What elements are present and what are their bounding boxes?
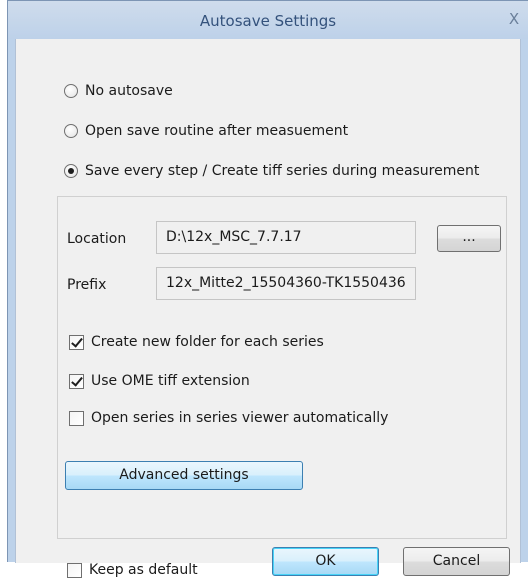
dialog-title: Autosave Settings [199, 12, 337, 30]
radio-save-every-step[interactable]: Save every step / Create tiff series dur… [64, 161, 479, 181]
close-icon[interactable]: X [504, 9, 524, 29]
series-settings-group: Location D:\12x_MSC_7.7.17 ... Prefix 12… [57, 196, 507, 539]
checkbox-create-new-folder[interactable]: Create new folder for each series [69, 332, 324, 352]
checkbox-unchecked-icon[interactable] [69, 410, 84, 426]
checkbox-label: Keep as default [89, 562, 198, 578]
checkbox-label: Create new folder for each series [91, 334, 324, 350]
advanced-settings-button[interactable]: Advanced settings [65, 461, 303, 490]
browse-button[interactable]: ... [437, 225, 501, 252]
radio-button-icon[interactable] [64, 84, 78, 98]
checkbox-label: Use OME tiff extension [91, 373, 250, 389]
checkbox-unchecked-icon[interactable] [67, 562, 82, 578]
checkbox-label: Open series in series viewer automatical… [91, 410, 389, 426]
radio-button-selected-icon[interactable] [64, 164, 78, 178]
radio-button-icon[interactable] [64, 124, 78, 138]
title-bar[interactable]: Autosave Settings X [8, 1, 528, 39]
radio-label: Save every step / Create tiff series dur… [85, 163, 480, 179]
checkbox-use-ome-tiff[interactable]: Use OME tiff extension [69, 371, 250, 391]
checkbox-checked-icon[interactable] [69, 373, 84, 389]
prefix-label: Prefix [67, 277, 107, 293]
checkbox-checked-icon[interactable] [69, 334, 84, 350]
radio-no-autosave[interactable]: No autosave [64, 81, 173, 101]
radio-label: Open save routine after measuement [85, 123, 349, 139]
autosave-settings-dialog: Autosave Settings X No autosave Open sav… [0, 0, 528, 578]
dialog-body: No autosave Open save routine after meas… [15, 39, 521, 578]
location-field[interactable]: D:\12x_MSC_7.7.17 [156, 221, 416, 254]
location-label: Location [67, 231, 127, 247]
prefix-field[interactable]: 12x_Mitte2_15504360-TK1550436 [156, 267, 416, 300]
radio-label: No autosave [85, 83, 173, 99]
checkbox-keep-as-default[interactable]: Keep as default [67, 560, 198, 580]
checkbox-open-series-viewer[interactable]: Open series in series viewer automatical… [69, 408, 388, 428]
dialog-frame: Autosave Settings X No autosave Open sav… [7, 0, 528, 578]
radio-open-save-routine[interactable]: Open save routine after measuement [64, 121, 348, 141]
